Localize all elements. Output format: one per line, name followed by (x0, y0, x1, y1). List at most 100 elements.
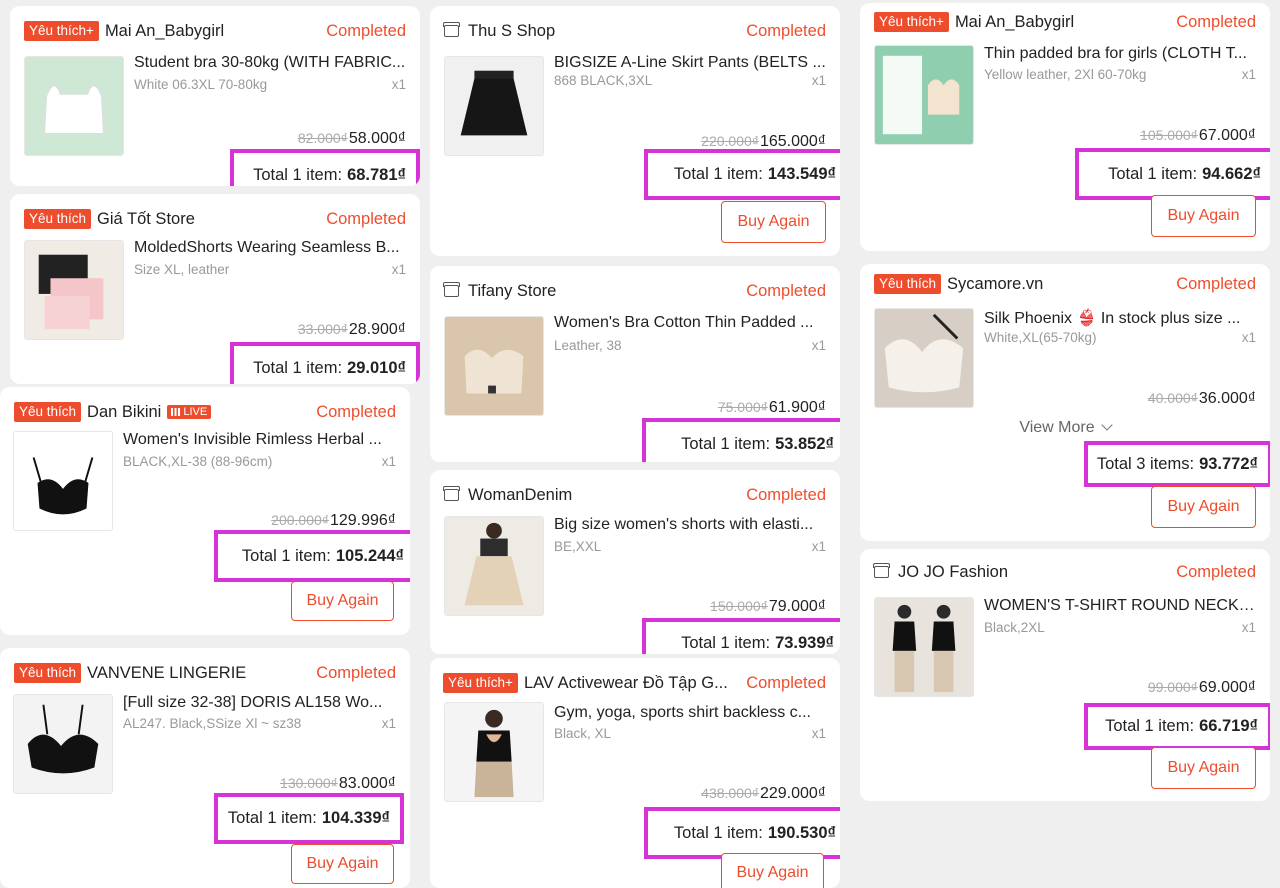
total-value: 105.244₫ (335, 546, 404, 565)
original-price: 33.000₫ (297, 321, 348, 337)
original-price: 75.000₫ (717, 399, 768, 415)
favorite-badge: Yêu thích+ (443, 673, 518, 693)
order-status: Completed (326, 209, 406, 228)
favorite-badge: Yêu thích+ (24, 21, 99, 41)
product-qty: x1 (391, 77, 406, 92)
shop-name[interactable]: Mai An_Babygirl (955, 13, 1168, 32)
total-label: Total 1 item: (1105, 717, 1195, 735)
product-name[interactable]: Thin padded bra for girls (CLOTH T... (984, 45, 1256, 63)
order-status: Completed (316, 663, 396, 682)
order-card-1[interactable]: Yêu thích+ Mai An_Babygirl Completed Stu… (10, 6, 420, 186)
order-header: Yêu thích Dan Bikini LIVE Completed (14, 401, 396, 423)
product-name[interactable]: Gym, yoga, sports shirt backless c... (554, 704, 826, 722)
favorite-badge: Yêu thích (14, 663, 82, 683)
product-name[interactable]: MoldedShorts Wearing Seamless B... (134, 239, 406, 257)
price-row: 150.000₫79.000₫ (710, 598, 826, 616)
product-name[interactable]: BIGSIZE A-Line Skirt Pants (BELTS ... (554, 54, 826, 72)
view-more-link[interactable]: View More (860, 419, 1270, 437)
original-price: 438.000₫ (701, 785, 759, 801)
total-label: Total 1 item: (241, 546, 331, 565)
order-total: Total 1 item: 73.939₫ (642, 618, 840, 654)
shop-name[interactable]: LAV Activewear Đồ Tập G... (524, 674, 738, 693)
total-label: Total 3 items: (1096, 454, 1195, 473)
original-price: 82.000₫ (297, 130, 348, 146)
sale-price: 129.996₫ (329, 512, 396, 529)
sale-price: 229.000₫ (759, 785, 826, 802)
product-thumbnail[interactable] (13, 694, 113, 794)
buy-again-button[interactable]: Buy Again (291, 844, 394, 884)
order-card-4[interactable]: Yêu thích VANVENE LINGERIE Completed [Fu… (0, 648, 410, 888)
order-card-5[interactable]: Thu S Shop Completed BIGSIZE A-Line Skir… (430, 6, 840, 256)
product-name[interactable]: Women's Bra Cotton Thin Padded ... (554, 314, 826, 332)
sale-price: 58.000₫ (348, 130, 406, 147)
shop-name[interactable]: Giá Tốt Store (97, 210, 318, 229)
product-thumbnail[interactable] (13, 431, 113, 531)
product-name[interactable]: WOMEN'S T-SHIRT ROUND NECKL... (984, 597, 1256, 615)
product-thumbnail[interactable] (874, 45, 974, 145)
buy-again-button[interactable]: Buy Again (291, 581, 394, 621)
chevron-down-icon (1100, 419, 1113, 431)
total-label: Total 1 item: (681, 634, 771, 652)
product-name[interactable]: Student bra 30-80kg (WITH FABRIC... (134, 54, 406, 72)
product-thumbnail[interactable] (444, 56, 544, 156)
buy-again-button[interactable]: Buy Again (1151, 486, 1256, 528)
order-status: Completed (746, 485, 826, 504)
order-card-6[interactable]: Tifany Store Completed Women's Bra Cotto… (430, 266, 840, 462)
shop-name[interactable]: JO JO Fashion (898, 563, 1168, 582)
order-total: Total 1 item: 53.852₫ (642, 418, 840, 462)
product-name[interactable]: Silk Phoenix 👙 In stock plus size ... (984, 308, 1256, 328)
total-value: 190.530₫ (767, 823, 836, 842)
product-thumbnail[interactable] (874, 308, 974, 408)
buy-again-button[interactable]: Buy Again (1151, 747, 1256, 789)
order-status: Completed (746, 673, 826, 692)
live-label: LIVE (183, 406, 208, 418)
order-header: Yêu thích+ Mai An_Babygirl Completed (874, 11, 1256, 33)
total-label: Total 1 item: (673, 165, 763, 183)
original-price: 99.000₫ (1147, 679, 1198, 695)
buy-again-button[interactable]: Buy Again (721, 853, 824, 888)
order-card-9[interactable]: Yêu thích+ Mai An_Babygirl Completed Thi… (860, 3, 1270, 251)
order-card-11[interactable]: JO JO Fashion Completed WOMEN'S T-SHIRT … (860, 549, 1270, 801)
order-card-3[interactable]: Yêu thích Dan Bikini LIVE Completed Wome… (0, 387, 410, 635)
product-name[interactable]: Women's Invisible Rimless Herbal ... (123, 431, 396, 449)
shop-name[interactable]: VANVENE LINGERIE (87, 664, 308, 683)
shop-name[interactable]: Mai An_Babygirl (105, 22, 318, 41)
order-card-10[interactable]: Yêu thích Sycamore.vn Completed Silk Pho… (860, 264, 1270, 541)
store-icon (443, 486, 460, 501)
buy-again-button[interactable]: Buy Again (721, 201, 826, 243)
order-card-2[interactable]: Yêu thích Giá Tốt Store Completed Molded… (10, 194, 420, 384)
product-thumbnail[interactable] (874, 597, 974, 697)
product-qty: x1 (1241, 330, 1256, 345)
shop-name[interactable]: Tifany Store (468, 282, 738, 301)
order-status: Completed (1176, 562, 1256, 581)
original-price: 40.000₫ (1147, 390, 1198, 406)
favorite-badge: Yêu thích+ (874, 12, 949, 32)
order-header: Tifany Store Completed (443, 280, 826, 302)
sale-price: 165.000₫ (759, 133, 826, 150)
shop-name[interactable]: WomanDenim (468, 486, 738, 505)
product-thumbnail[interactable] (24, 240, 124, 340)
product-name[interactable]: [Full size 32-38] DORIS AL158 Wo... (123, 694, 396, 712)
product-thumbnail[interactable] (24, 56, 124, 156)
product-qty: x1 (811, 73, 826, 88)
product-qty: x1 (391, 262, 406, 277)
product-variant: Size XL, leather (134, 262, 230, 277)
original-price: 150.000₫ (710, 598, 768, 614)
order-total: Total 1 item: 68.781₫ (230, 149, 420, 186)
order-card-8[interactable]: Yêu thích+ LAV Activewear Đồ Tập G... Co… (430, 658, 840, 888)
product-thumbnail[interactable] (444, 702, 544, 802)
total-label: Total 1 item: (227, 809, 317, 827)
shop-name[interactable]: Sycamore.vn (947, 275, 1168, 294)
total-value: 73.939₫ (775, 634, 834, 652)
product-thumbnail[interactable] (444, 316, 544, 416)
product-name[interactable]: Big size women's shorts with elasti... (554, 516, 826, 534)
order-header: Yêu thích+ LAV Activewear Đồ Tập G... Co… (443, 672, 826, 694)
buy-again-button[interactable]: Buy Again (1151, 195, 1256, 237)
shop-name[interactable]: Thu S Shop (468, 22, 738, 41)
favorite-badge: Yêu thích (14, 402, 82, 422)
order-card-7[interactable]: WomanDenim Completed Big size women's sh… (430, 470, 840, 654)
shop-name[interactable]: Dan Bikini (87, 403, 161, 422)
order-total: Total 1 item: 94.662₫ (1075, 148, 1270, 200)
product-thumbnail[interactable] (444, 516, 544, 616)
product-qty: x1 (1241, 67, 1256, 82)
